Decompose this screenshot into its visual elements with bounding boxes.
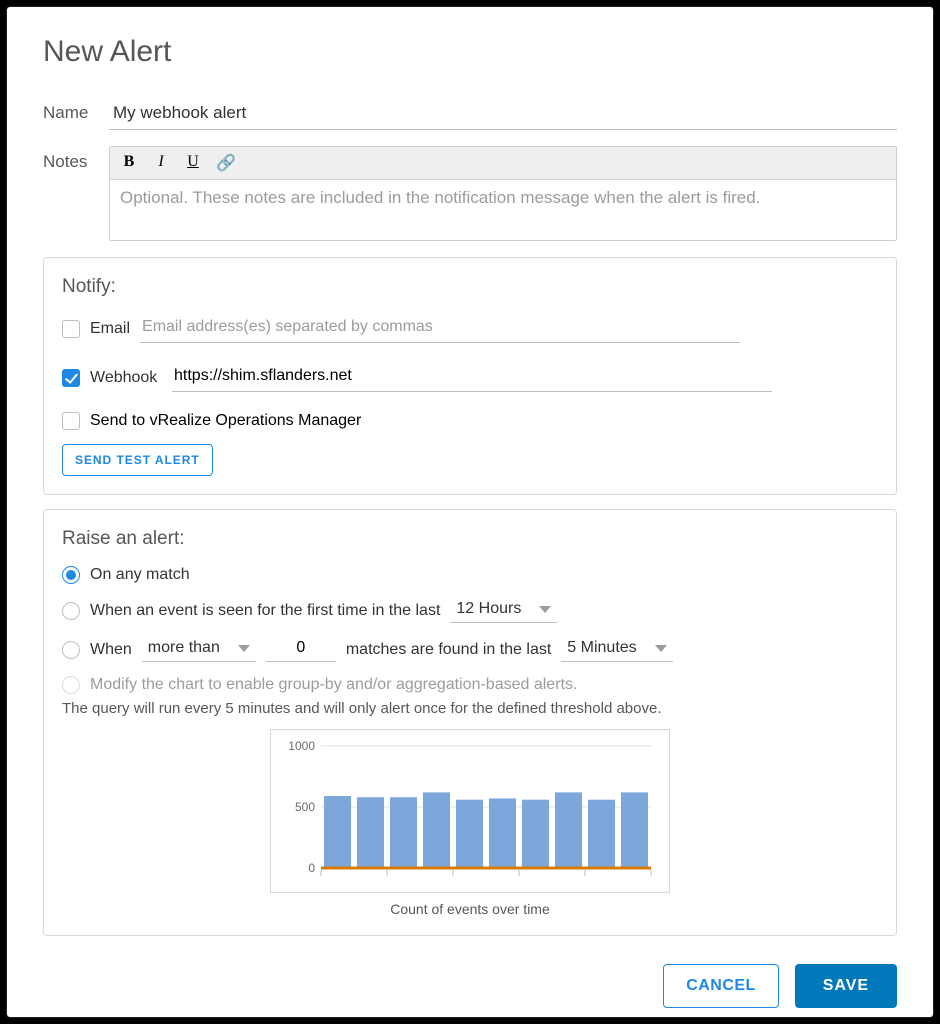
svg-text:500: 500 [295,800,315,814]
notify-webhook-row: Webhook [62,363,878,392]
send-test-alert-button[interactable]: SEND TEST ALERT [62,444,213,476]
vrops-label: Send to vRealize Operations Manager [90,412,361,430]
raise-opt-modify: Modify the chart to enable group-by and/… [62,676,878,694]
notify-email-row: Email [62,314,878,343]
notify-panel: Notify: Email Webhook Send to vRealize O… [43,257,897,495]
notes-row: Notes B I U 🔗 Optional. These notes are … [43,146,897,241]
svg-text:1000: 1000 [288,739,315,753]
raise-opt-when: When more than matches are found in the … [62,637,878,662]
radio-first-time-label: When an event is seen for the first time… [90,602,440,620]
email-checkbox[interactable] [62,320,80,338]
radio-any-match-label: On any match [90,566,190,584]
notes-body[interactable]: Optional. These notes are included in th… [110,180,896,240]
cancel-button[interactable]: CANCEL [663,964,779,1008]
email-label: Email [90,320,130,338]
new-alert-dialog: New Alert Name Notes B I U 🔗 Optional. T… [6,6,934,1018]
chevron-down-icon [655,645,667,652]
radio-any-match[interactable] [62,566,80,584]
page-title: New Alert [43,35,897,69]
lookback-value: 12 Hours [456,600,521,618]
svg-text:0: 0 [308,861,315,875]
chart-svg: 0 500 1000 [281,736,661,886]
radio-threshold[interactable] [62,641,80,659]
notify-title: Notify: [62,276,878,298]
lookback-select[interactable]: 12 Hours [450,598,557,623]
dialog-footer: CANCEL SAVE [43,964,897,1008]
webhook-input[interactable] [172,363,772,392]
comparator-select[interactable]: more than [142,637,256,662]
radio-modify [62,676,80,694]
window-select[interactable]: 5 Minutes [561,637,672,662]
name-label: Name [43,97,109,123]
chart-caption: Count of events over time [270,901,670,917]
raise-opt-any: On any match [62,566,878,584]
name-row: Name [43,97,897,130]
raise-title: Raise an alert: [62,528,878,550]
notes-label: Notes [43,146,109,172]
run-frequency-note: The query will run every 5 minutes and w… [62,700,878,717]
notify-vrops-row: Send to vRealize Operations Manager [62,412,878,430]
comparator-value: more than [148,639,220,657]
link-icon[interactable]: 🔗 [216,153,234,173]
email-input[interactable] [140,314,740,343]
raise-panel: Raise an alert: On any match When an eve… [43,509,897,936]
threshold-input[interactable] [266,637,336,662]
threshold-mid-label: matches are found in the last [346,641,551,659]
window-value: 5 Minutes [567,639,636,657]
radio-modify-label: Modify the chart to enable group-by and/… [90,676,577,694]
notes-toolbar: B I U 🔗 [110,147,896,180]
radio-threshold-label: When [90,641,132,659]
chevron-down-icon [539,606,551,613]
webhook-checkbox[interactable] [62,369,80,387]
chart-container: 0 500 1000 Count of events over time [270,729,670,917]
raise-opt-first: When an event is seen for the first time… [62,598,878,623]
vrops-checkbox[interactable] [62,412,80,430]
save-button[interactable]: SAVE [795,964,897,1008]
underline-icon[interactable]: U [184,153,202,173]
radio-first-time[interactable] [62,602,80,620]
bold-icon[interactable]: B [120,153,138,173]
chevron-down-icon [238,645,250,652]
name-input[interactable] [109,97,897,130]
chart: 0 500 1000 [270,729,670,893]
italic-icon[interactable]: I [152,153,170,173]
notes-editor: B I U 🔗 Optional. These notes are includ… [109,146,897,241]
webhook-label: Webhook [90,369,162,387]
